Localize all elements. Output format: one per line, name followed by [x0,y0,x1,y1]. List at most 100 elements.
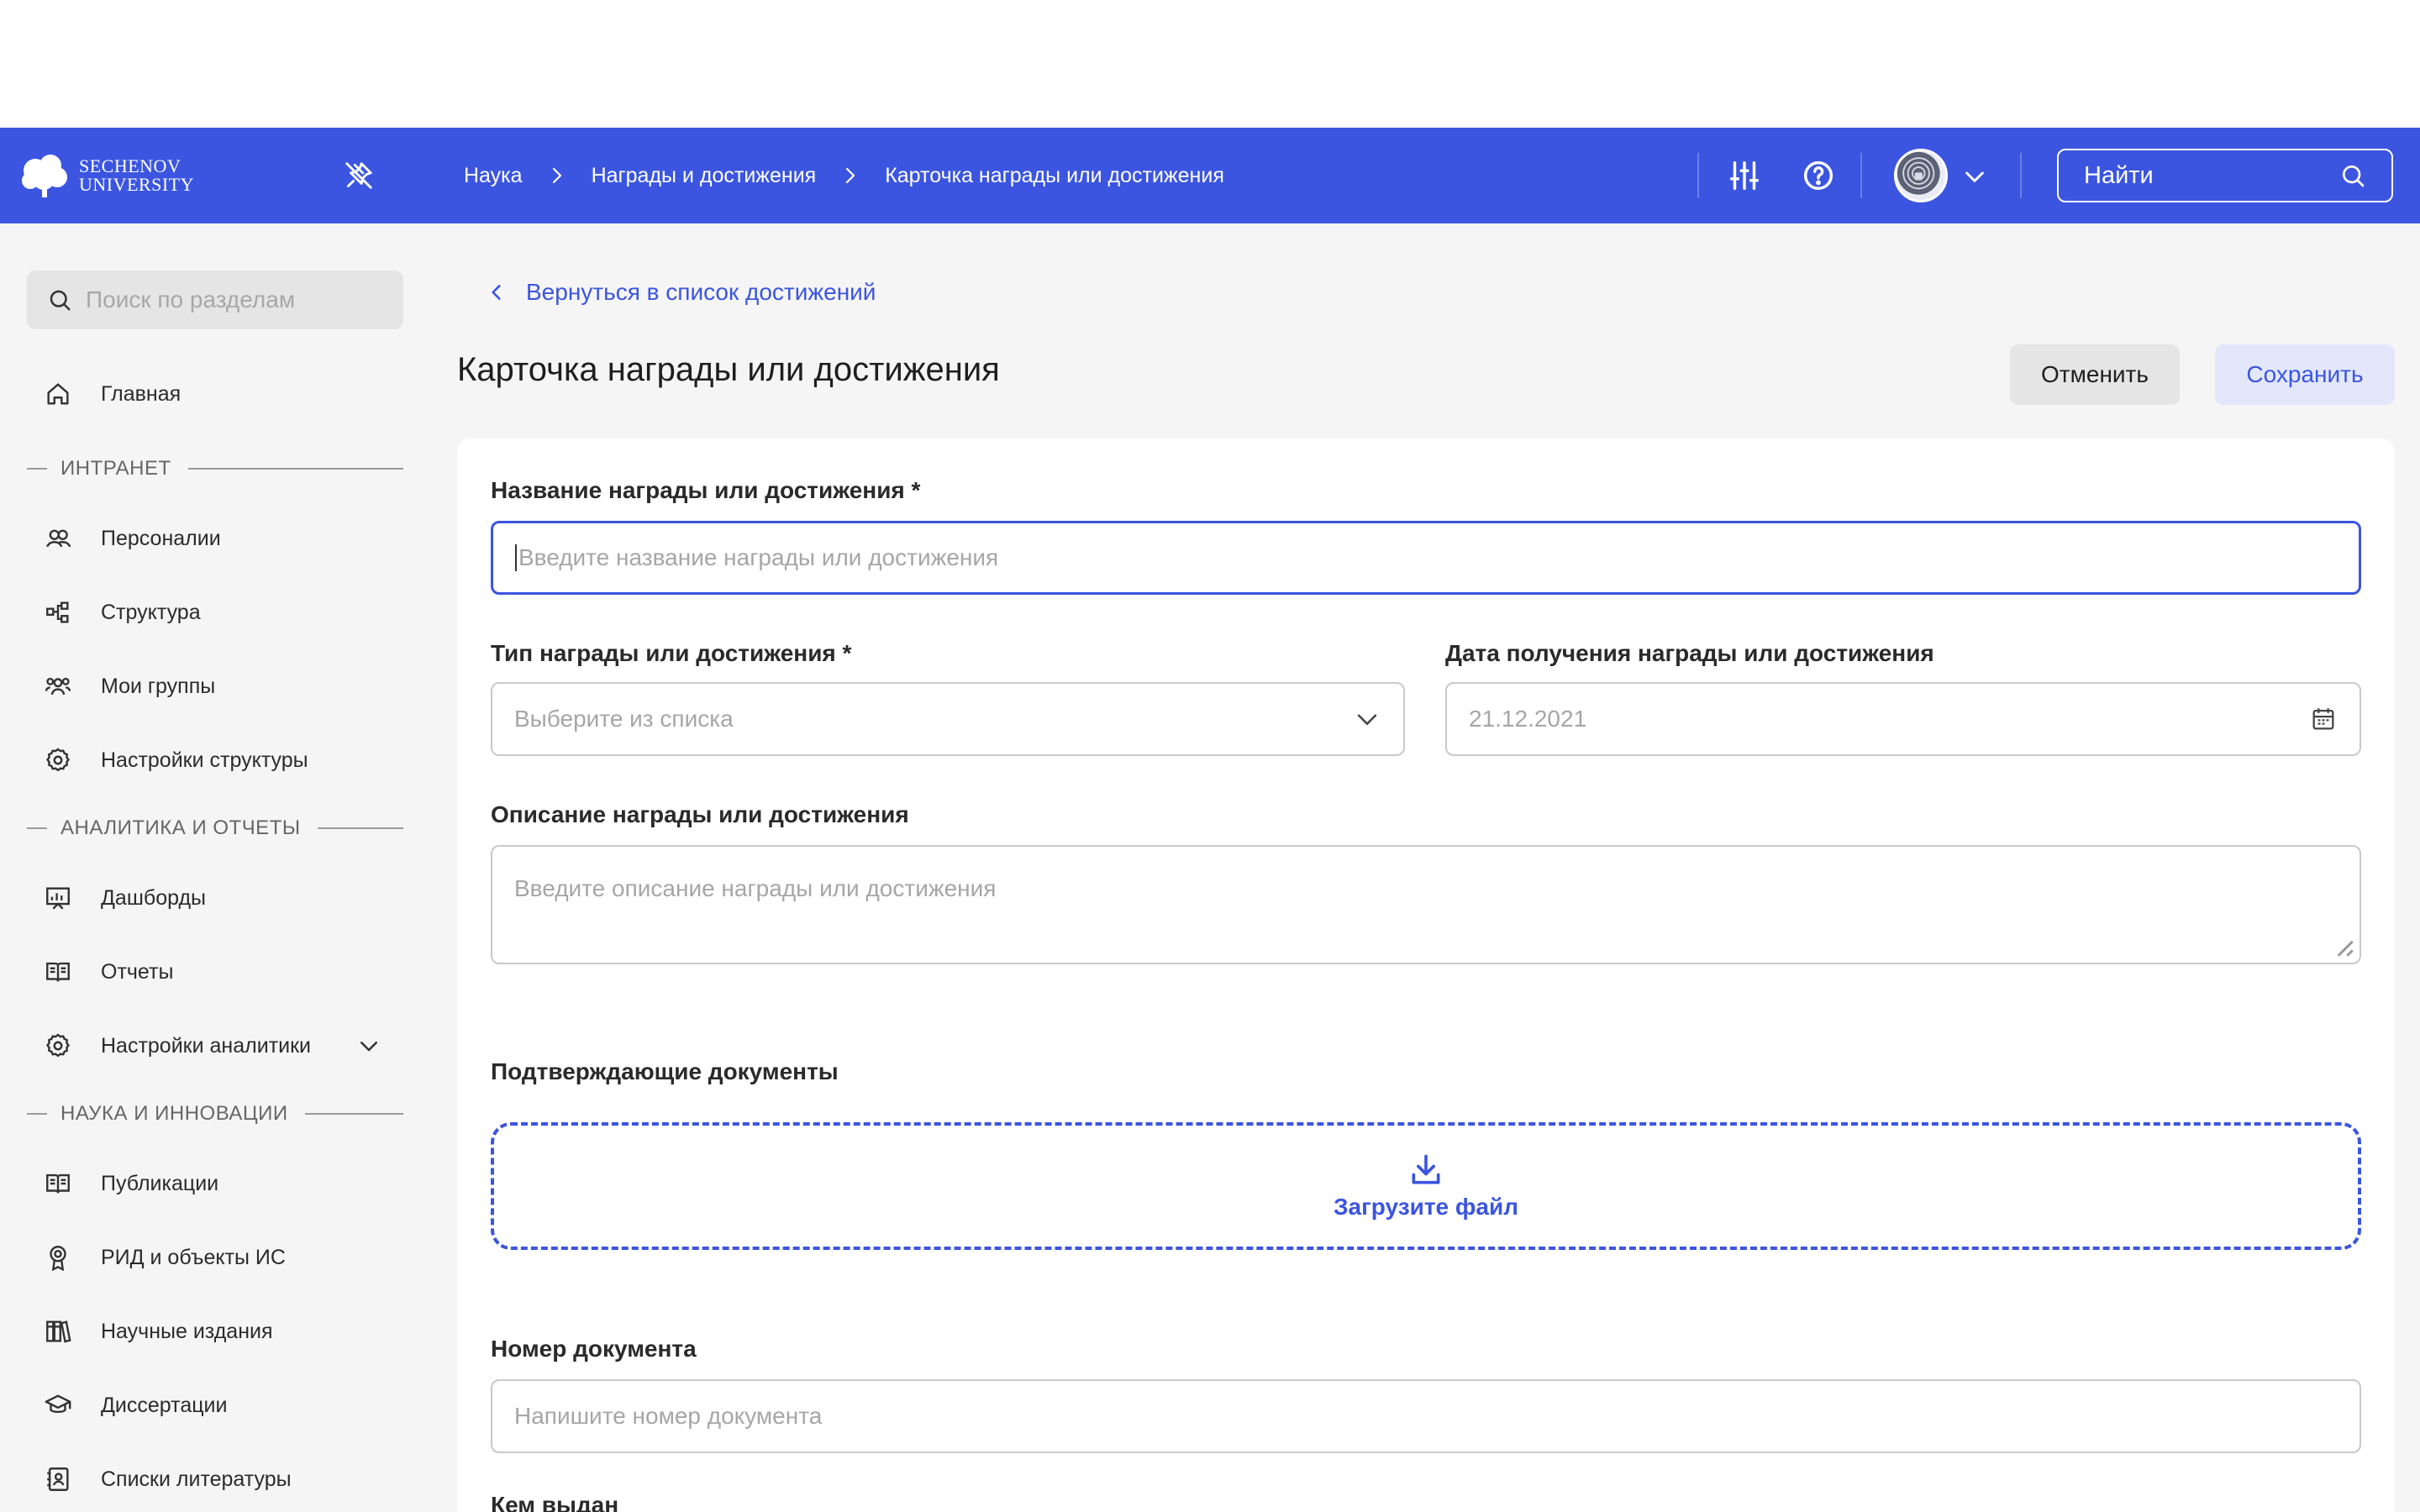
sidebar-item-publications[interactable]: Публикации [44,1163,218,1205]
main-content: Вернуться в список достижений Карточка н… [430,223,2420,1512]
graduation-cap-icon [45,1394,71,1413]
logo-line-2: UNIVERSITY [79,174,194,195]
global-search-input[interactable]: Найти [2057,149,2393,202]
type-label: Тип награды или достижения * [491,640,852,666]
search-icon [50,290,71,311]
award-name-input[interactable]: Введите название награды или достижения [491,521,2361,595]
sidebar-section-analytics: АНАЛИТИКА И ОТЧЕТЫ [27,811,403,845]
sidebar-item-label: Публикации [101,1171,219,1195]
back-to-list-link[interactable]: Вернуться в список достижений [486,279,876,306]
sidebar-item-my-groups[interactable]: Мои группы [44,665,215,707]
sidebar-item-label: Настройки структуры [101,748,308,772]
breadcrumb-current: Карточка награды или достижения [885,163,1224,187]
gear-icon [46,1033,70,1058]
date-label: Дата получения награды или достижения [1445,640,1934,666]
chevron-right-icon [552,167,561,184]
sidebar-item-rid[interactable]: РИД и объекты ИС [44,1236,286,1278]
award-type-placeholder: Выберите из списка [514,706,734,732]
sidebar-item-bibliography[interactable]: Списки литературы [44,1458,292,1500]
header-divider [2020,153,2022,198]
sidebar-item-reports[interactable]: Отчеты [44,951,173,993]
help-icon[interactable] [1799,156,1838,195]
cancel-button[interactable]: Отменить [2010,344,2180,405]
sidebar-item-label: Дашборды [101,885,206,910]
search-icon[interactable] [2339,162,2366,189]
document-number-label: Номер документа [491,1336,697,1362]
award-type-select[interactable]: Выберите из списка [491,682,1405,756]
section-title: АНАЛИТИКА И ОТЧЕТЫ [60,816,301,839]
sidebar-item-structure-settings[interactable]: Настройки структуры [44,739,308,781]
file-upload-dropzone[interactable]: Загрузите файл [491,1122,2361,1250]
header-divider [1697,153,1699,198]
sidebar-search-placeholder: Поиск по разделам [86,286,296,312]
book-icon [46,1173,70,1194]
save-button[interactable]: Сохранить [2215,344,2395,405]
required-mark: * [842,640,852,666]
structure-icon [46,601,69,623]
global-search-placeholder: Найти [2084,161,2154,189]
sidebar-item-label: Настройки аналитики [101,1033,312,1058]
sidebar-item-label: Структура [101,600,201,624]
avatar[interactable] [1894,149,1948,202]
top-header: SECHENOV UNIVERSITY Наука Награды и дост… [0,128,2420,223]
sidebar-item-structure[interactable]: Структура [44,591,201,633]
sidebar-item-persons[interactable]: Персоналии [44,517,221,559]
breadcrumb: Наука Награды и достижения Карточка нагр… [464,128,1224,223]
sidebar-item-label: Персоналии [101,526,221,550]
chevron-left-icon [492,285,501,300]
award-name-placeholder: Введите название награды или достижения [518,544,999,570]
description-label: Описание награды или достижения [491,801,909,827]
book-icon [46,962,70,982]
award-description-textarea[interactable]: Введите описание награды или достижения [491,845,2361,964]
dashboard-icon [46,887,70,910]
award-description-placeholder: Введите описание награды или достижения [514,875,997,901]
issued-by-label: Кем выдан [491,1492,619,1512]
filters-icon[interactable] [1725,156,1764,195]
download-icon [1412,1154,1440,1184]
university-logo[interactable]: SECHENOV UNIVERSITY [18,152,194,199]
award-icon [50,1246,66,1272]
sidebar-item-label: Главная [101,381,182,406]
sidebar-item-label: Научные издания [101,1319,273,1343]
sidebar-item-label: Диссертации [101,1393,228,1417]
calendar-icon[interactable] [2309,705,2338,733]
document-number-placeholder: Напишите номер документа [514,1403,823,1429]
sidebar-item-label: Отчеты [101,959,174,984]
section-title: НАУКА И ИННОВАЦИИ [60,1102,288,1125]
sidebar-item-dissertations[interactable]: Диссертации [44,1384,227,1426]
tree-logo-icon [22,155,67,197]
fingerprint-icon [1897,151,1940,195]
header-divider [1860,153,1862,198]
gear-icon [46,748,70,772]
groups-icon [45,677,71,696]
pin-off-icon[interactable] [343,160,375,192]
section-title: ИНТРАНЕТ [60,457,171,480]
name-label: Название награды или достижения * [491,477,921,503]
document-number-input[interactable]: Напишите номер документа [491,1379,2361,1453]
contacts-book-icon [47,1467,69,1491]
award-form-card: Название награды или достижения * Введит… [457,438,2395,1512]
sidebar-item-label: Списки литературы [101,1467,292,1491]
books-icon [46,1320,71,1343]
chevron-down-icon[interactable] [356,1033,381,1058]
chevron-down-icon[interactable] [1353,705,1381,733]
sidebar-item-home[interactable]: Главная [44,373,181,415]
sidebar-item-journals[interactable]: Научные издания [44,1310,273,1352]
chevron-down-icon[interactable] [1961,163,1988,190]
required-mark: * [911,477,921,503]
breadcrumb-awards[interactable]: Награды и достижения [592,164,817,188]
sidebar-section-intranet: ИНТРАНЕТ [27,452,403,486]
resize-handle-icon[interactable] [2328,931,2356,959]
sidebar: Поиск по разделам Главная ИНТРАНЕТ Персо… [0,223,430,1512]
people-icon [46,529,71,548]
sidebar-item-dashboards[interactable]: Дашборды [44,877,206,919]
supporting-docs-label: Подтверждающие документы [491,1058,839,1084]
sidebar-search-input[interactable]: Поиск по разделам [27,270,403,329]
award-date-input[interactable]: 21.12.2021 [1445,682,2361,756]
home-icon [47,383,69,405]
text-caret [515,544,517,571]
chevron-right-icon [846,167,855,184]
sidebar-item-label: Мои группы [101,674,216,698]
breadcrumb-nauka[interactable]: Наука [464,164,523,188]
sidebar-item-analytics-settings[interactable]: Настройки аналитики [44,1025,311,1067]
